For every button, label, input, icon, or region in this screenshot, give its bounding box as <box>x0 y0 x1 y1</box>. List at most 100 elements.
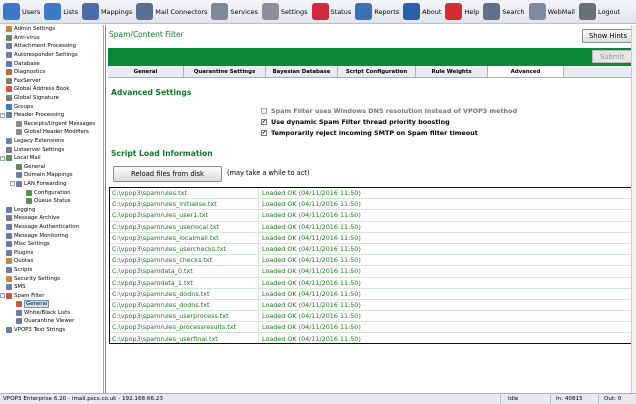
show-hints-button[interactable]: Show Hints <box>582 29 634 43</box>
toolbar-about-button[interactable]: About <box>403 1 441 23</box>
tree-item[interactable]: - Header Processing <box>0 111 103 120</box>
tree-item[interactable]: FaxServer <box>0 77 103 86</box>
status-heart-icon <box>311 3 329 20</box>
tree-item[interactable]: Listserver Settings <box>0 145 103 154</box>
tree-item[interactable]: Anti-virus <box>0 34 103 43</box>
lists-icon <box>44 3 62 20</box>
option-label: Use dynamic Spam Filter thread priority … <box>271 118 450 126</box>
tree-item[interactable]: Domain Mappings <box>0 171 103 180</box>
tree-item[interactable]: Legacy Extensions <box>0 137 103 146</box>
script-file-path: C:\vpop3\spamrules_checks.txt <box>112 256 213 265</box>
script-file-path: C:\vpop3\spamdata_0.txt <box>112 267 193 276</box>
toolbar-mail-connectors-button[interactable]: Mail Connectors <box>136 1 207 23</box>
tree-item[interactable]: Security Settings <box>0 274 103 283</box>
tree-item[interactable]: VPOP3 Text Strings <box>0 326 103 335</box>
tree-item[interactable]: Plugins <box>0 248 103 257</box>
users-icon <box>3 3 20 20</box>
tree-item[interactable]: - LAN Forwarding <box>0 180 103 189</box>
tree-node-icon <box>6 112 12 119</box>
toolbar-lists-button[interactable]: Lists <box>44 1 78 23</box>
tree-node-icon <box>6 52 12 59</box>
toolbar-logout-button[interactable]: Logout <box>578 1 620 23</box>
tree-item[interactable]: Quarantine Viewer <box>0 317 103 326</box>
tree-item[interactable]: White/Black Lists <box>0 309 103 318</box>
tree-item[interactable]: Attachment Processing <box>0 42 103 51</box>
tree-item[interactable]: Configuration <box>0 188 103 197</box>
tree-item[interactable]: Queue Status <box>0 197 103 206</box>
toolbar-settings-button[interactable]: Settings <box>261 1 308 23</box>
tree-node-icon <box>16 301 22 308</box>
tree-item-label: Database <box>14 60 40 67</box>
tree-node-icon <box>6 249 12 256</box>
tree-item[interactable]: Admin Settings <box>0 25 103 34</box>
script-load-status: Loaded OK (04/11/2016 11:50) <box>258 266 632 277</box>
tree-item-label: Quotas <box>14 258 34 265</box>
tab-rule-weights[interactable]: Rule Weights <box>416 66 488 77</box>
tree-item[interactable]: Global Signature <box>0 94 103 103</box>
tree-item-label: Security Settings <box>14 275 60 282</box>
tree-node-icon <box>16 318 22 325</box>
tab-bayesian-database[interactable]: Bayesian Database <box>266 66 338 77</box>
script-load-status: Loaded OK (04/11/2016 11:50) <box>258 333 632 343</box>
toolbar-services-button[interactable]: Services <box>211 1 258 23</box>
tree-item[interactable]: Message Authentication <box>0 223 103 232</box>
tree-item[interactable]: Scripts <box>0 266 103 275</box>
tab-script-configuration[interactable]: Script Configuration <box>338 66 416 77</box>
toolbar-users-button[interactable]: Users <box>3 1 40 23</box>
main-scrollbar[interactable] <box>631 25 636 393</box>
tree-item[interactable]: Autoresponder Settings <box>0 51 103 60</box>
tree-item[interactable]: Global Header Modifiers <box>0 128 103 137</box>
collapse-toggle-icon[interactable]: - <box>0 155 5 161</box>
tree-item[interactable]: Message Archive <box>0 214 103 223</box>
tree-item-label: General <box>24 300 50 309</box>
tree-item-label: Global Header Modifiers <box>24 129 89 136</box>
tree-item[interactable]: Global Address Book <box>0 85 103 94</box>
tree-item-label: Autoresponder Settings <box>14 52 78 59</box>
collapse-toggle-icon[interactable]: - <box>0 293 5 299</box>
tree-item[interactable]: - Local Mail <box>0 154 103 163</box>
tree-item[interactable]: Message Monitoring <box>0 231 103 240</box>
toolbar-search-button[interactable]: Search <box>483 1 525 23</box>
toolbar-webmail-button[interactable]: WebMail <box>528 1 575 23</box>
script-file-path: C:\vpop3\spamrules_processresults.txt <box>112 323 237 332</box>
script-file-path: C:\vpop3\spamrules.txt <box>112 189 187 198</box>
tree-item[interactable]: General <box>0 300 103 309</box>
tree-item[interactable]: Diagnostics <box>0 68 103 77</box>
advanced-settings-heading: Advanced Settings <box>111 88 192 97</box>
toolbar-status-button[interactable]: Status <box>311 1 351 23</box>
collapse-toggle-icon[interactable]: - <box>10 181 15 187</box>
toolbar-reports-button[interactable]: Reports <box>355 1 399 23</box>
tree-node-icon <box>26 189 32 196</box>
toolbar-mappings-button[interactable]: Mappings <box>81 1 132 23</box>
tree-item-label: Legacy Extensions <box>14 138 65 145</box>
submit-button[interactable]: Submit <box>592 50 632 63</box>
toolbar-help-button[interactable]: Help <box>445 1 479 23</box>
action-bar <box>108 48 635 66</box>
tree-item[interactable]: Groups <box>0 102 103 111</box>
tree-item[interactable]: Receipts/Urgent Messages <box>0 120 103 129</box>
tab-advanced[interactable]: Advanced <box>488 66 564 77</box>
tree-item-label: Plugins <box>14 249 34 256</box>
tree-item-label: Listserver Settings <box>14 146 65 153</box>
tree-item[interactable]: SMS <box>0 283 103 292</box>
tree-item-label: SMS <box>14 284 26 291</box>
tree-item[interactable]: Database <box>0 59 103 68</box>
tree-item[interactable]: Misc Settings <box>0 240 103 249</box>
tree-item-label: Global Signature <box>14 95 59 102</box>
option-checkbox[interactable] <box>261 108 267 114</box>
script-load-table: C:\vpop3\spamrules.txt Loaded OK (04/11/2… <box>109 187 633 344</box>
option-checkbox[interactable]: ✔ <box>261 130 267 136</box>
tree-item[interactable]: - Spam Filter <box>0 291 103 300</box>
tab-quarantine-settings[interactable]: Quarantine Settings <box>184 66 266 77</box>
tree-item[interactable]: Logging <box>0 205 103 214</box>
page-title: Spam/Content Filter <box>109 30 184 39</box>
tab-general[interactable]: General <box>108 66 184 77</box>
tree-item[interactable]: Quotas <box>0 257 103 266</box>
option-checkbox[interactable]: ✔ <box>261 119 267 125</box>
tree-item-label: General <box>24 163 46 170</box>
collapse-toggle-icon[interactable]: - <box>0 112 5 118</box>
status-bar: VPOP3 Enterprise 6.20 - imail.pscs.co.uk… <box>0 393 636 404</box>
tree-node-icon <box>6 103 12 110</box>
tree-item[interactable]: General <box>0 163 103 172</box>
reload-files-button[interactable]: Reload files from disk <box>113 166 222 182</box>
